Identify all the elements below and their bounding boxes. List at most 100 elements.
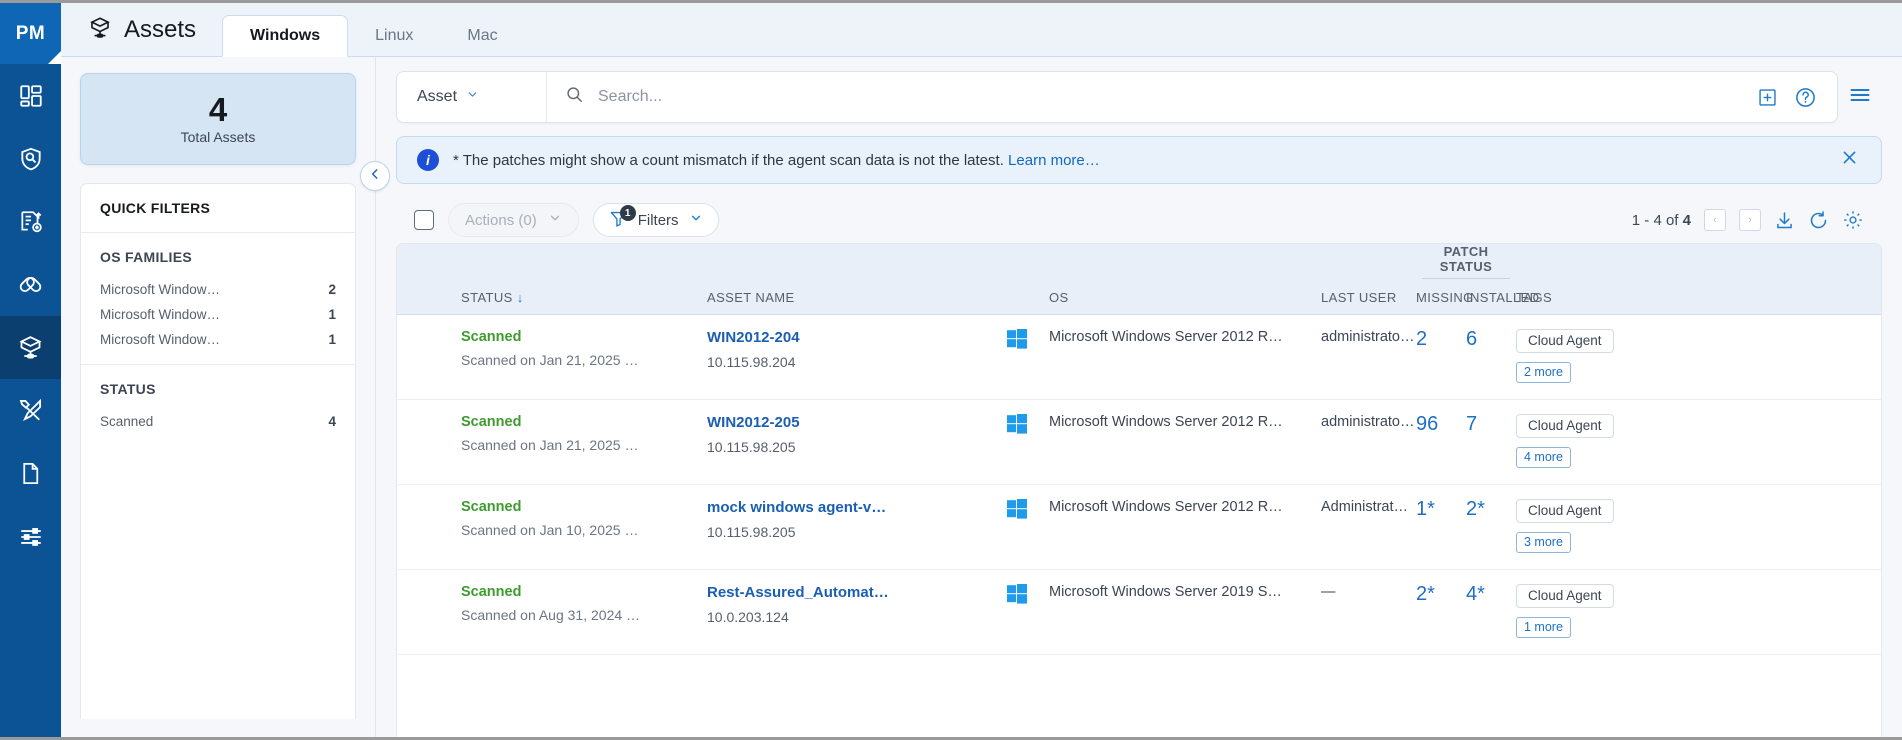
os-tabs: Windows Linux Mac — [222, 3, 525, 57]
chevron-down-icon — [466, 88, 479, 106]
os-text: Microsoft Windows Server 2019 S… — [1049, 583, 1282, 600]
app-logo[interactable]: PM — [0, 3, 61, 64]
cell-missing: 1* — [1416, 484, 1466, 570]
installed-count-link[interactable]: 4* — [1466, 583, 1485, 605]
sort-arrow-icon: ↓ — [516, 289, 524, 305]
tag-pill: Cloud Agent — [1516, 328, 1614, 353]
tags-more-link[interactable]: 3 more — [1516, 531, 1571, 553]
grid-toolbar: Actions (0) 1 Filters 1 - 4 of 4 ‹ › — [396, 197, 1882, 243]
filter-item[interactable]: Microsoft Window… 2 — [100, 277, 336, 302]
asset-name-link[interactable]: mock windows agent-v… — [707, 499, 1007, 516]
table-row[interactable]: Scanned Scanned on Jan 21, 2025 … WIN201… — [397, 399, 1881, 485]
cell-status: Scanned Scanned on Jan 21, 2025 … — [397, 399, 707, 485]
column-header-os-icon — [1007, 279, 1049, 315]
installed-count-link[interactable]: 2* — [1466, 498, 1485, 520]
hamburger-menu-icon — [1848, 83, 1872, 112]
search-input[interactable] — [598, 88, 1737, 106]
table-row[interactable]: Scanned Scanned on Aug 31, 2024 … Rest-A… — [397, 569, 1881, 655]
filter-item-count: 2 — [328, 282, 336, 297]
add-box-icon[interactable] — [1757, 87, 1778, 108]
page-tabbar: Assets Windows Linux Mac — [61, 3, 1902, 57]
asset-name-link[interactable]: Rest-Assured_Automat… — [707, 584, 1007, 601]
dashboard-icon — [18, 83, 44, 109]
cell-status: Scanned Scanned on Jan 21, 2025 … — [397, 314, 707, 400]
patch-status-group-label: PATCH STATUS — [1422, 244, 1510, 279]
tags-more-link[interactable]: 4 more — [1516, 446, 1571, 468]
search-field — [547, 72, 1737, 122]
cell-last-user: administrato… — [1321, 314, 1416, 400]
prev-page-button[interactable]: ‹ — [1704, 209, 1726, 231]
sidebar-item-scans[interactable] — [0, 127, 61, 190]
filter-item[interactable]: Microsoft Window… 1 — [100, 327, 336, 352]
missing-count-link[interactable]: 1* — [1416, 498, 1435, 520]
sidebar-item-documents[interactable] — [0, 442, 61, 505]
cell-os-icon — [1007, 484, 1049, 570]
sidebar-item-patches[interactable] — [0, 253, 61, 316]
filter-item[interactable]: Scanned 4 — [100, 409, 336, 434]
missing-count-link[interactable]: 2* — [1416, 583, 1435, 605]
tag-pill: Cloud Agent — [1516, 583, 1614, 608]
column-header-os[interactable]: OS — [1049, 279, 1321, 315]
column-header-last-user[interactable]: LAST USER — [1321, 279, 1416, 315]
last-user-text: Administrato… — [1321, 498, 1416, 515]
search-scope-select[interactable]: Asset — [397, 72, 547, 122]
assets-icon — [17, 334, 44, 361]
tab-mac[interactable]: Mac — [440, 15, 524, 57]
gear-icon[interactable] — [1842, 209, 1864, 231]
total-assets-value: 4 — [208, 91, 228, 128]
installed-count-link[interactable]: 7 — [1466, 413, 1477, 435]
help-circle-icon[interactable] — [1794, 86, 1817, 109]
select-all-checkbox[interactable] — [414, 210, 434, 230]
tags-more-link[interactable]: 2 more — [1516, 361, 1571, 383]
cell-os: Microsoft Windows Server 2019 S… — [1049, 569, 1321, 655]
cell-tags: Cloud Agent 1 more — [1516, 569, 1881, 655]
group-spacer-tags — [1516, 244, 1881, 279]
refresh-icon[interactable] — [1808, 210, 1829, 231]
next-page-button[interactable]: › — [1739, 209, 1761, 231]
tags-more-link[interactable]: 1 more — [1516, 616, 1571, 638]
cell-status: Scanned Scanned on Aug 31, 2024 … — [397, 569, 707, 655]
asset-name-link[interactable]: WIN2012-204 — [707, 329, 1007, 346]
missing-count-link[interactable]: 96 — [1416, 413, 1438, 435]
sidebar-item-assets[interactable] — [0, 316, 61, 379]
missing-count-link[interactable]: 2 — [1416, 328, 1427, 350]
status-badge: Scanned — [461, 413, 522, 430]
asset-ip: 10.0.203.124 — [707, 608, 789, 625]
filter-item-count: 4 — [328, 414, 336, 429]
total-assets-card[interactable]: 4 Total Assets — [80, 73, 356, 165]
sidebar-item-reports[interactable] — [0, 190, 61, 253]
installed-count-link[interactable]: 6 — [1466, 328, 1477, 350]
status-timestamp: Scanned on Aug 31, 2024 … — [461, 606, 641, 623]
tab-linux[interactable]: Linux — [348, 15, 440, 57]
tab-windows[interactable]: Windows — [222, 15, 349, 57]
actions-button[interactable]: Actions (0) — [448, 203, 579, 237]
cell-os-icon — [1007, 399, 1049, 485]
learn-more-link[interactable]: Learn more… — [1008, 152, 1100, 169]
info-banner-message: * The patches might show a count mismatc… — [453, 151, 1004, 169]
cell-installed: 2* — [1466, 484, 1516, 570]
app-logo-text: PM — [15, 22, 46, 44]
table-row[interactable]: Scanned Scanned on Jan 21, 2025 … WIN201… — [397, 314, 1881, 400]
filters-button[interactable]: 1 Filters — [592, 203, 719, 237]
download-icon[interactable] — [1774, 210, 1795, 231]
table-row[interactable]: Scanned Scanned on Jan 10, 2025 … mock w… — [397, 484, 1881, 570]
asset-name-link[interactable]: WIN2012-205 — [707, 414, 1007, 431]
filters-count-badge: 1 — [619, 205, 636, 221]
column-header-missing[interactable]: MISSING — [1416, 279, 1473, 315]
filter-item[interactable]: Microsoft Window… 1 — [100, 302, 336, 327]
column-header-tags[interactable]: TAGS — [1516, 279, 1881, 315]
collapse-sidebar-button[interactable] — [360, 161, 390, 191]
hamburger-menu-button[interactable] — [1838, 71, 1882, 123]
group-spacer-osicon — [1007, 244, 1049, 279]
column-header-status[interactable]: STATUS ↓ — [397, 279, 707, 315]
sidebar-item-configuration[interactable] — [0, 505, 61, 568]
close-banner-button[interactable] — [1836, 144, 1863, 176]
filters-button-label: Filters — [637, 211, 679, 229]
search-row: Asset — [396, 71, 1882, 123]
sidebar-item-dashboard[interactable] — [0, 64, 61, 127]
column-header-installed[interactable]: INSTALLED — [1466, 279, 1539, 315]
sidebar-item-tools[interactable] — [0, 379, 61, 442]
patch-status-group-header: PATCH STATUS — [1416, 244, 1516, 279]
status-timestamp: Scanned on Jan 21, 2025 … — [461, 351, 639, 368]
column-header-asset-name[interactable]: ASSET NAME — [707, 279, 1007, 315]
